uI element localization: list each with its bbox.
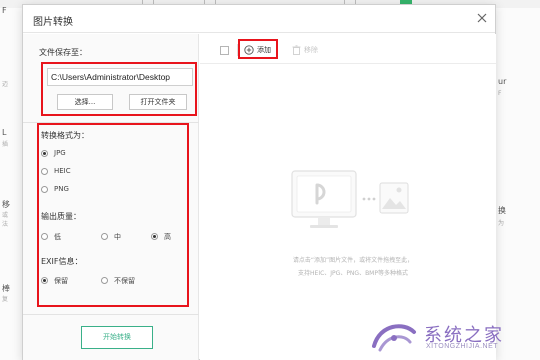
toolbar-divider [200,63,496,64]
remove-file-label: 移除 [304,46,318,54]
trash-icon [292,45,301,55]
close-icon[interactable] [475,11,489,25]
background-fragment: F [498,90,502,97]
empty-hint-line2: 支持HEIC、JPG、PNG、BMP等多种格式 [298,270,408,277]
section-divider [23,314,199,315]
background-fragment: 为 [498,220,505,227]
quality-option-label: 中 [114,233,121,241]
background-fragment: 或 [2,212,9,219]
background-fragment: 插 [2,141,9,148]
quality-high-radio[interactable] [151,233,158,240]
format-jpg-radio[interactable] [41,150,48,157]
dialog-title: 图片转换 [33,17,73,28]
dialog-titlebar: 图片转换 [23,5,495,33]
add-file-button[interactable]: 添加 [244,43,274,57]
format-option-label: PNG [54,185,69,193]
start-convert-button[interactable]: 开始转换 [81,326,153,349]
watermark-swirl-icon [372,324,416,352]
background-fragment: 棒 [2,284,10,293]
file-list-panel: 添加 移除 请点击“添加”图片文件，或将文件拖拽至此， 支持HEIC、JPG、P… [200,34,496,360]
exif-discard-radio[interactable] [101,277,108,284]
exif-keep-radio[interactable] [41,277,48,284]
quality-label: 输出质量： [41,212,81,221]
plus-circle-icon [244,45,254,55]
exif-option-label: 保留 [54,277,68,285]
toolbar-separator [237,44,238,56]
exif-label: EXIF信息： [41,257,83,266]
select-all-checkbox[interactable] [220,46,229,55]
browse-button[interactable]: 选择... [57,94,113,110]
watermark-logo: 系统之家 XITONGZHIJIA.NET [362,316,534,356]
quality-medium-radio[interactable] [101,233,108,240]
quality-low-radio[interactable] [41,233,48,240]
app-window: F 迈 L 插 移 或 法 棒 复 ur F 换 为 图片转换 文件保存至： 选… [0,0,540,360]
watermark-domain: XITONGZHIJIA.NET [426,343,499,350]
background-fragment: L [2,128,7,137]
background-fragment: 法 [2,221,9,228]
background-fragment: F [2,6,7,15]
section-divider [23,122,199,123]
format-option-label: JPG [54,149,66,157]
save-path-input[interactable] [47,68,193,86]
background-fragment: 复 [2,296,9,303]
open-folder-button[interactable]: 打开文件夹 [129,94,187,110]
exif-option-label: 不保留 [114,277,135,285]
quality-option-label: 高 [164,233,171,241]
format-png-radio[interactable] [41,186,48,193]
format-option-label: HEIC [54,167,71,175]
format-label: 转换格式为： [41,131,89,140]
background-fragment: 换 [498,206,506,215]
save-location-label: 文件保存至： [39,48,87,57]
remove-file-button[interactable]: 移除 [292,43,328,57]
background-fragment: ur [498,77,507,86]
quality-option-label: 低 [54,233,61,241]
background-fragment: 移 [2,200,10,209]
format-heic-radio[interactable] [41,168,48,175]
image-illustration-icon [291,170,409,228]
add-file-label: 添加 [257,46,271,54]
settings-panel: 文件保存至： 选择... 打开文件夹 转换格式为： JPG HEIC PNG 输… [23,34,199,360]
empty-hint-line1: 请点击“添加”图片文件，或将文件拖拽至此， [292,257,414,264]
image-convert-dialog: 图片转换 文件保存至： 选择... 打开文件夹 转换格式为： JPG HEIC … [22,4,496,360]
background-fragment: 迈 [2,81,9,88]
